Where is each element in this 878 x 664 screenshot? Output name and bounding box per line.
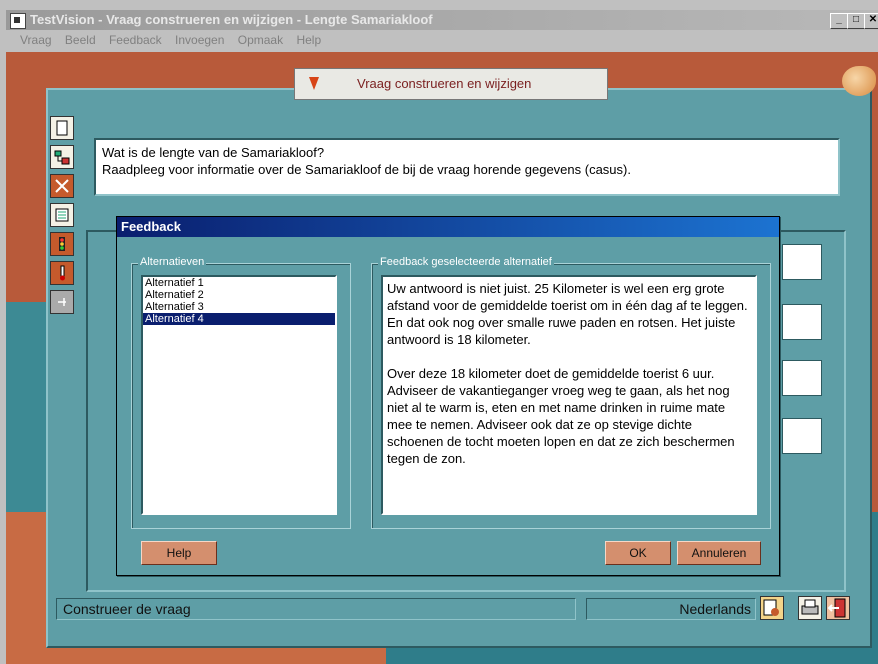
minimize-button[interactable]: _ xyxy=(830,13,848,29)
thermometer-icon xyxy=(60,265,65,281)
feedback-paragraph: Over deze 18 kilometer doet de gemiddeld… xyxy=(387,366,735,466)
tools-icon xyxy=(55,179,69,193)
menu-beeld[interactable]: Beeld xyxy=(65,30,96,50)
logo-icon xyxy=(842,66,876,96)
feedback-text-area[interactable]: Uw antwoord is niet juist. 25 Kilometer … xyxy=(381,275,757,515)
feedback-paragraph: Uw antwoord is niet juist. 25 Kilometer … xyxy=(387,281,748,347)
close-button[interactable]: ✕ xyxy=(864,13,878,29)
menu-bar: Vraag Beeld Feedback Invoegen Opmaak Hel… xyxy=(6,30,878,50)
status-text: Construeer de vraag xyxy=(56,598,576,620)
answer-box[interactable] xyxy=(782,304,822,340)
traffic-light-icon xyxy=(59,237,65,251)
feedback-group-label: Feedback geselecteerde alternatief xyxy=(378,256,554,268)
tree-icon xyxy=(54,150,70,165)
answer-box[interactable] xyxy=(782,244,822,280)
exit-icon[interactable] xyxy=(826,596,850,620)
list-item[interactable]: Alternatief 1 xyxy=(143,277,335,289)
side-toolbar xyxy=(50,116,78,319)
list-item[interactable]: Alternatief 3 xyxy=(143,301,335,313)
tool-edit[interactable] xyxy=(50,174,74,198)
page-icon xyxy=(56,120,68,136)
section-tab-label: Vraag construeren en wijzigen xyxy=(357,76,532,91)
window-title: TestVision - Vraag construeren en wijzig… xyxy=(30,12,433,27)
language-indicator[interactable]: Nederlands xyxy=(586,598,756,620)
status-bar: Construeer de vraag Nederlands xyxy=(56,596,876,622)
dialog-title[interactable]: Feedback xyxy=(117,217,779,237)
list-item[interactable]: Alternatief 2 xyxy=(143,289,335,301)
tool-collapse[interactable] xyxy=(50,290,74,314)
answer-box[interactable] xyxy=(782,360,822,396)
tool-structure[interactable] xyxy=(50,145,74,169)
arrow-down-icon xyxy=(309,77,319,90)
cancel-button[interactable]: Annuleren xyxy=(677,541,761,565)
tool-new-page[interactable] xyxy=(50,116,74,140)
print-icon[interactable] xyxy=(798,596,822,620)
menu-feedback[interactable]: Feedback xyxy=(109,30,162,50)
feedback-dialog: Feedback Alternatieven Alternatief 1 Alt… xyxy=(116,216,780,576)
ok-button[interactable]: OK xyxy=(605,541,671,565)
application-window: TestVision - Vraag construeren en wijzig… xyxy=(0,0,878,664)
list-item-selected[interactable]: Alternatief 4 xyxy=(143,313,335,325)
menu-help[interactable]: Help xyxy=(296,30,321,50)
menu-invoegen[interactable]: Invoegen xyxy=(175,30,224,50)
tool-thermometer[interactable] xyxy=(50,261,74,285)
app-icon[interactable] xyxy=(10,13,26,29)
tool-traffic-light[interactable] xyxy=(50,232,74,256)
maximize-button[interactable]: □ xyxy=(847,13,865,29)
tool-list[interactable] xyxy=(50,203,74,227)
menu-vraag[interactable]: Vraag xyxy=(20,30,52,50)
menu-opmaak[interactable]: Opmaak xyxy=(238,30,283,50)
title-bar[interactable]: TestVision - Vraag construeren en wijzig… xyxy=(6,10,878,30)
alternatives-group-label: Alternatieven xyxy=(138,256,207,268)
help-button[interactable]: Help xyxy=(141,541,217,565)
question-line-1: Wat is de lengte van de Samariakloof? xyxy=(102,145,325,160)
language-settings-icon[interactable] xyxy=(760,596,784,620)
list-icon xyxy=(55,208,69,222)
section-tab[interactable]: Vraag construeren en wijzigen xyxy=(294,68,608,100)
alternatives-list[interactable]: Alternatief 1 Alternatief 2 Alternatief … xyxy=(141,275,337,515)
question-line-2: Raadpleeg voor informatie over de Samari… xyxy=(102,162,631,177)
answer-box[interactable] xyxy=(782,418,822,454)
collapse-icon xyxy=(58,298,66,306)
client-area: Vraag construeren en wijzigen Wat is de … xyxy=(6,52,878,664)
question-text-box[interactable]: Wat is de lengte van de Samariakloof? Ra… xyxy=(94,138,840,196)
